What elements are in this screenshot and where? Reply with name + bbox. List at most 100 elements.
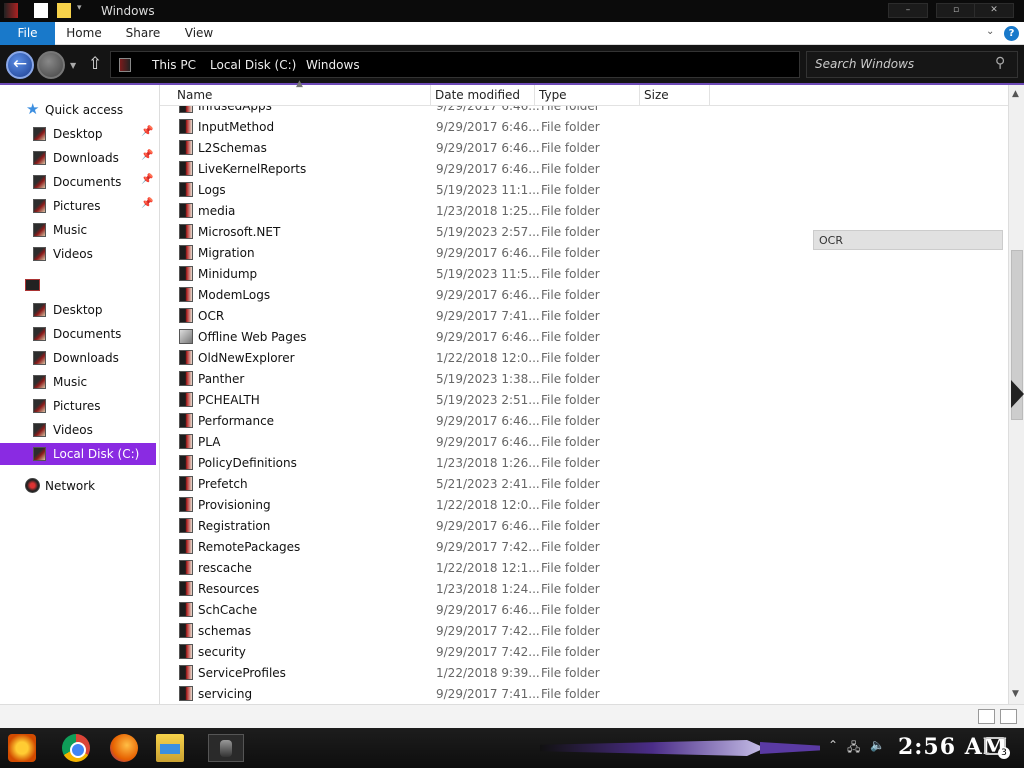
sidebar-item-quick-pictures[interactable]: Pictures 📌 (0, 195, 156, 217)
file-type: File folder (541, 414, 600, 428)
forward-button[interactable] (37, 51, 65, 79)
table-row[interactable]: RemotePackages 9/29/2017 7:42... File fold… (160, 538, 1008, 559)
file-name: media (198, 204, 236, 218)
breadcrumb-this-pc[interactable]: This PC (152, 58, 196, 72)
sidebar-item-pc-pictures[interactable]: Pictures (0, 395, 156, 417)
sidebar-item-network[interactable]: Network (0, 475, 156, 497)
taskbar-decoration (540, 740, 765, 756)
table-row[interactable]: L2Schemas 9/29/2017 6:46... File folder (160, 139, 1008, 160)
details-view-button[interactable] (978, 709, 995, 724)
pin-icon[interactable]: 📌 (141, 198, 153, 209)
date-modified: 9/29/2017 6:46... (436, 141, 540, 155)
search-input[interactable]: Search Windows ⚲ (806, 51, 1018, 78)
table-row[interactable]: Registration 9/29/2017 6:46... File folder (160, 517, 1008, 538)
downloads-icon (33, 151, 46, 165)
table-row[interactable]: servicing 9/29/2017 7:41... File folder (160, 685, 1008, 704)
table-row[interactable]: Resources 1/23/2018 1:24... File folder (160, 580, 1008, 601)
sidebar-item-local-disk[interactable]: Local Disk (C:) (0, 443, 156, 465)
table-row[interactable]: media 1/23/2018 1:25... File folder (160, 202, 1008, 223)
date-modified: 9/29/2017 6:46... (436, 106, 540, 113)
tab-home[interactable]: Home (60, 22, 108, 45)
table-row[interactable]: PCHEALTH 5/19/2023 2:51... File folder (160, 391, 1008, 412)
sidebar-item-pc-downloads[interactable]: Downloads (0, 347, 156, 369)
sidebar-item-quick-music[interactable]: Music (0, 219, 156, 241)
table-row[interactable]: ModemLogs 9/29/2017 6:46... File folder (160, 286, 1008, 307)
network-tray-icon[interactable]: 🖧 (847, 738, 860, 759)
pin-icon[interactable]: 📌 (141, 150, 153, 161)
breadcrumb-local-disk[interactable]: Local Disk (C:) (210, 58, 296, 72)
firefox-icon[interactable] (110, 734, 138, 762)
sidebar-item-pc-desktop[interactable]: Desktop (0, 299, 156, 321)
table-row[interactable]: PolicyDefinitions 1/23/2018 1:26... File f… (160, 454, 1008, 475)
notifications-icon[interactable]: 3 (984, 737, 1010, 759)
running-app-icon[interactable] (208, 734, 244, 762)
table-row[interactable]: Offline Web Pages 9/29/2017 6:46... File f… (160, 328, 1008, 349)
tab-view[interactable]: View (176, 22, 222, 45)
breadcrumb-windows[interactable]: Windows (306, 58, 360, 72)
sidebar-item-quick-access[interactable]: ★ Quick access (0, 99, 156, 121)
expand-ribbon-icon[interactable]: ⌄ (986, 26, 994, 37)
table-row[interactable]: rescache 1/22/2018 12:1... File folder (160, 559, 1008, 580)
file-name: InputMethod (198, 120, 275, 134)
chevron-down-icon[interactable]: ▾ (77, 3, 91, 18)
minimize-button[interactable]: – (888, 3, 928, 18)
start-button[interactable] (8, 734, 36, 762)
table-row[interactable]: LiveKernelReports 9/29/2017 6:46... File f… (160, 160, 1008, 181)
volume-icon[interactable]: 🔈 (870, 738, 885, 752)
table-row[interactable]: SchCache 9/29/2017 6:46... File folder (160, 601, 1008, 622)
sidebar-item-quick-downloads[interactable]: Downloads 📌 (0, 147, 156, 169)
table-row[interactable]: OldNewExplorer 1/22/2018 12:0... File fold… (160, 349, 1008, 370)
sidebar-item-pc-videos[interactable]: Videos (0, 419, 156, 441)
table-row[interactable]: security 9/29/2017 7:42... File folder (160, 643, 1008, 664)
table-row[interactable]: schemas 9/29/2017 7:42... File folder (160, 622, 1008, 643)
table-row[interactable]: Prefetch 5/21/2023 2:41... File folder (160, 475, 1008, 496)
table-row[interactable]: PLA 9/29/2017 6:46... File folder (160, 433, 1008, 454)
chrome-icon[interactable] (62, 734, 90, 762)
table-row[interactable]: Performance 9/29/2017 6:46... File folder (160, 412, 1008, 433)
sidebar-item-this-pc[interactable] (0, 275, 156, 297)
column-type[interactable]: Type (535, 85, 640, 106)
sidebar-item-pc-music[interactable]: Music (0, 371, 156, 393)
sidebar-item-quick-documents[interactable]: Documents 📌 (0, 171, 156, 193)
recent-locations-icon[interactable]: ▼ (70, 61, 76, 70)
app-icon[interactable] (4, 3, 18, 18)
help-icon[interactable]: ? (1004, 26, 1019, 41)
chevron-up-icon[interactable]: ⌃ (828, 738, 838, 752)
table-row[interactable]: InputMethod 9/29/2017 6:46... File folder (160, 118, 1008, 139)
table-row[interactable]: Provisioning 1/22/2018 12:0... File folder (160, 496, 1008, 517)
column-size[interactable]: Size (640, 85, 710, 106)
column-date-modified[interactable]: Date modified (431, 85, 535, 106)
up-button[interactable]: ⇧ (88, 54, 102, 74)
column-name[interactable]: Name (173, 85, 431, 106)
file-explorer-icon[interactable] (156, 734, 184, 762)
address-bar[interactable]: This PC Local Disk (C:) Windows (110, 51, 800, 78)
table-row[interactable]: InfusedApps 9/29/2017 6:46... File folder (160, 106, 1008, 118)
computer-icon (25, 279, 40, 291)
sidebar-item-quick-videos[interactable]: Videos (0, 243, 156, 265)
table-row[interactable]: ServiceProfiles 1/22/2018 9:39... File fol… (160, 664, 1008, 685)
notification-count: 3 (998, 747, 1010, 759)
tab-file[interactable]: File (0, 22, 55, 45)
table-row[interactable]: Logs 5/19/2023 11:1... File folder (160, 181, 1008, 202)
back-button[interactable]: ← (6, 51, 34, 79)
table-row[interactable]: Minidump 5/19/2023 11:5... File folder (160, 265, 1008, 286)
properties-icon[interactable] (34, 3, 48, 18)
tab-share[interactable]: Share (118, 22, 168, 45)
table-row[interactable]: Panther 5/19/2023 1:38... File folder (160, 370, 1008, 391)
videos-icon (33, 247, 46, 261)
sidebar-item-label: Downloads (53, 151, 119, 165)
pin-icon[interactable]: 📌 (141, 174, 153, 185)
search-icon[interactable]: ⚲ (995, 55, 1005, 71)
pin-icon[interactable]: 📌 (141, 126, 153, 137)
maximize-button[interactable]: ▫ (936, 3, 976, 18)
sidebar-item-pc-documents[interactable]: Documents (0, 323, 156, 345)
table-row[interactable]: OCR 9/29/2017 7:41... File folder (160, 307, 1008, 328)
file-name: Provisioning (198, 498, 271, 512)
large-icons-view-button[interactable] (1000, 709, 1017, 724)
new-folder-icon[interactable] (57, 3, 71, 18)
file-name: Panther (198, 372, 245, 386)
scroll-down-icon[interactable]: ▼ (1012, 689, 1019, 699)
scroll-up-icon[interactable]: ▲ (1012, 89, 1019, 99)
close-button[interactable]: ✕ (974, 3, 1014, 18)
sidebar-item-quick-desktop[interactable]: Desktop 📌 (0, 123, 156, 145)
